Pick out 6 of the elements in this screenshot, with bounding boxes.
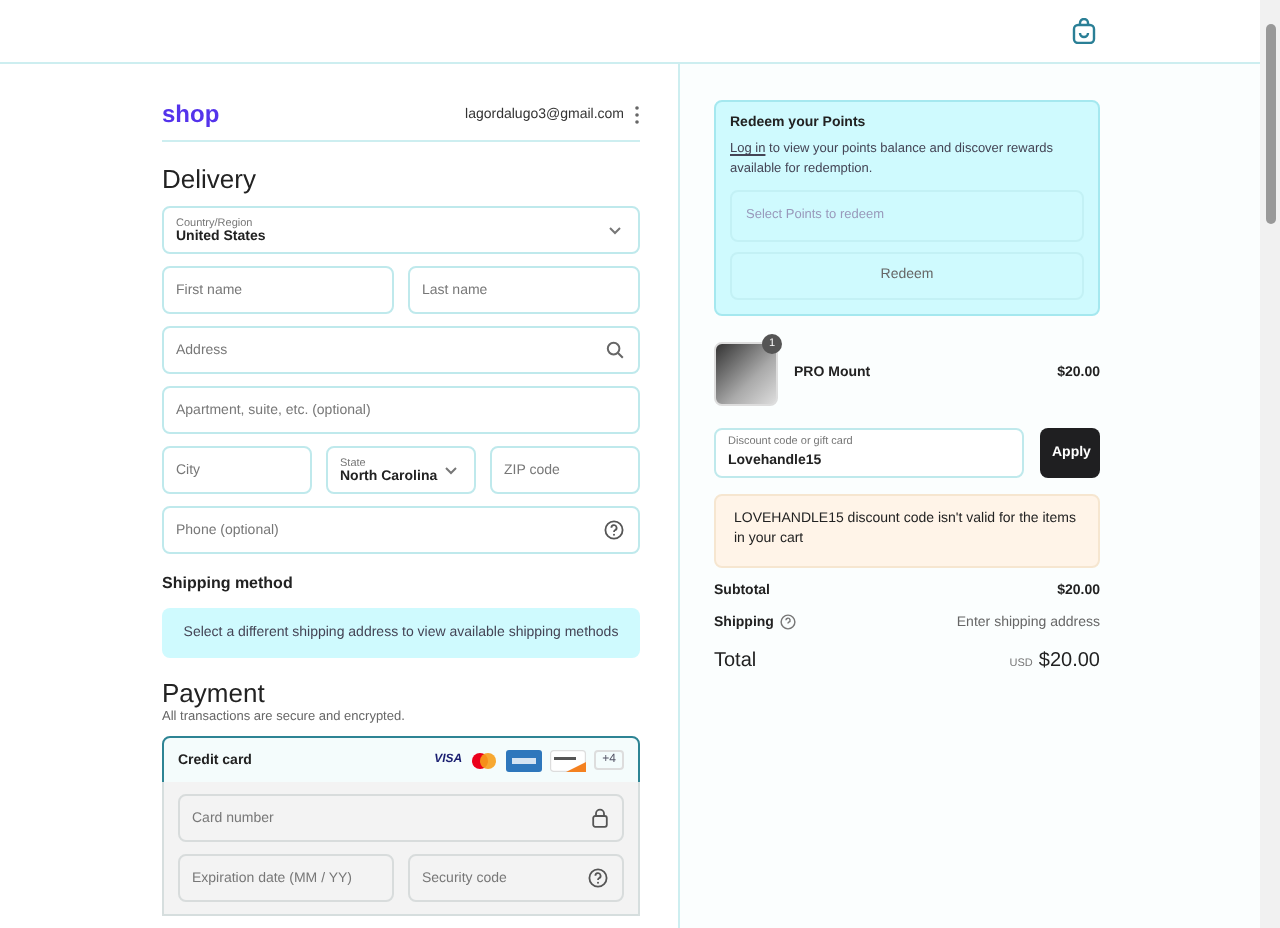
delivery-heading: Delivery [162,164,258,194]
total-label: Total [714,650,757,673]
total-value: $20.00 [1038,650,1100,673]
payment-heading: Payment [162,678,267,708]
shop-logo: shop [162,100,220,128]
shipping-method-heading: Shipping method [162,574,295,592]
